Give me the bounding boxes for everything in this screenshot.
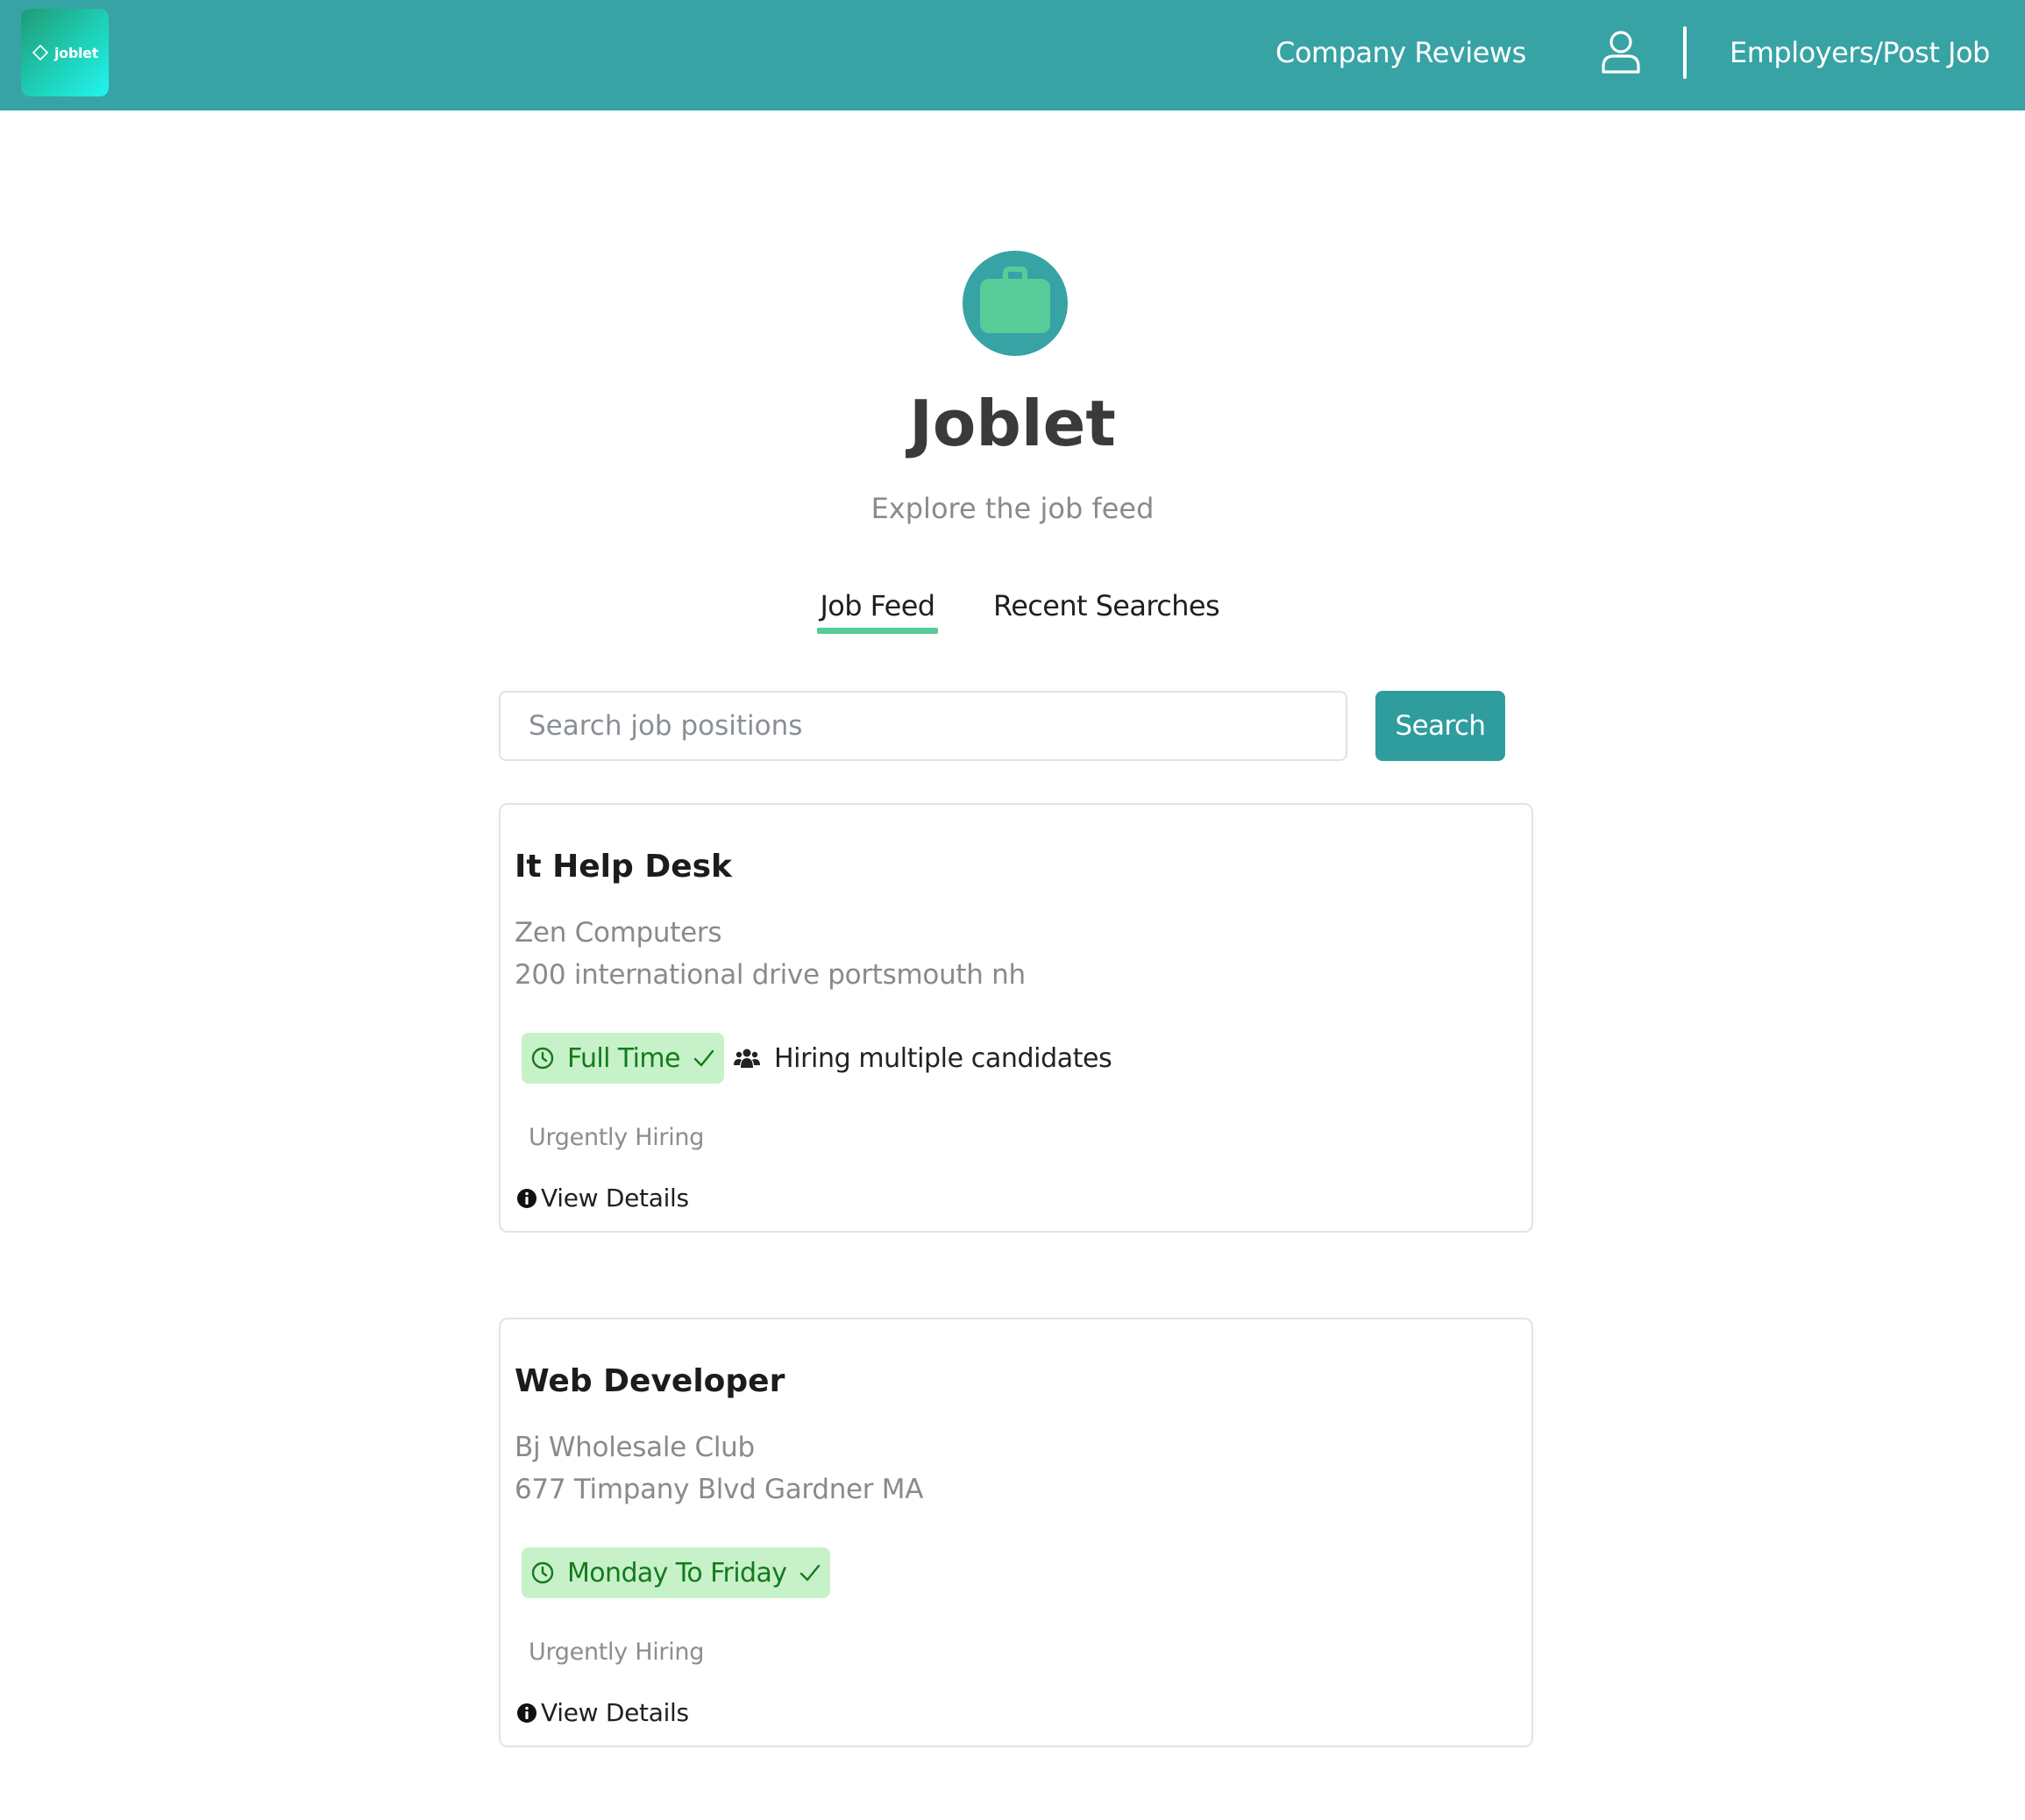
job-card: Web Developer Bj Wholesale Club 677 Timp… (499, 1318, 1533, 1747)
job-address: 200 international drive portsmouth nh (515, 959, 1026, 991)
joblet-logo[interactable]: joblet (21, 9, 109, 96)
clock-icon (531, 1047, 554, 1070)
view-details-label: View Details (541, 1698, 689, 1727)
job-title[interactable]: It Help Desk (515, 845, 732, 889)
urgency-label: Urgently Hiring (529, 1639, 705, 1666)
logo-text: joblet (53, 44, 99, 61)
info-circle-icon (517, 1188, 536, 1208)
view-details-link[interactable]: View Details (516, 1698, 689, 1727)
hero-briefcase-badge (963, 251, 1068, 356)
page-title: Joblet (909, 387, 1116, 460)
job-company: Zen Computers (515, 917, 722, 949)
job-address: 677 Timpany Blvd Gardner MA (515, 1474, 924, 1505)
schedule-badge: Monday To Friday (522, 1547, 831, 1598)
company-reviews-link[interactable]: Company Reviews (1275, 30, 1526, 75)
search-button[interactable]: Search (1375, 691, 1505, 761)
schedule-badge: Full Time (522, 1033, 724, 1084)
info-circle-icon (517, 1703, 536, 1723)
hiring-text: Hiring multiple candidates (774, 1042, 1112, 1074)
schedule-text: Monday To Friday (567, 1557, 787, 1589)
view-details-link[interactable]: View Details (516, 1184, 689, 1212)
tab-recent-searches[interactable]: Recent Searches (993, 586, 1220, 626)
page-subtitle: Explore the job feed (870, 492, 1155, 525)
clock-icon (531, 1561, 554, 1584)
nav-divider (1683, 26, 1687, 79)
job-card: It Help Desk Zen Computers 200 internati… (499, 803, 1533, 1233)
active-tab-indicator (817, 628, 938, 634)
urgency-label: Urgently Hiring (529, 1124, 705, 1151)
joblet-logo-icon (32, 44, 49, 61)
schedule-text: Full Time (567, 1042, 680, 1074)
people-group-icon (734, 1049, 760, 1068)
checkmark-icon (693, 1049, 714, 1067)
tab-job-feed[interactable]: Job Feed (817, 586, 938, 626)
employers-post-job-link[interactable]: Employers/Post Job (1730, 30, 1990, 75)
search-input[interactable] (499, 691, 1347, 761)
briefcase-icon (980, 267, 1050, 333)
job-company: Bj Wholesale Club (515, 1432, 755, 1463)
job-title[interactable]: Web Developer (515, 1360, 785, 1404)
top-navigation-bar: joblet Company Reviews Employers/Post Jo… (0, 0, 2025, 110)
checkmark-icon (800, 1564, 821, 1582)
hiring-info: Hiring multiple candidates (734, 1033, 1112, 1084)
page: joblet Company Reviews Employers/Post Jo… (0, 0, 2025, 1820)
user-icon[interactable] (1599, 30, 1643, 75)
view-details-label: View Details (541, 1184, 689, 1212)
